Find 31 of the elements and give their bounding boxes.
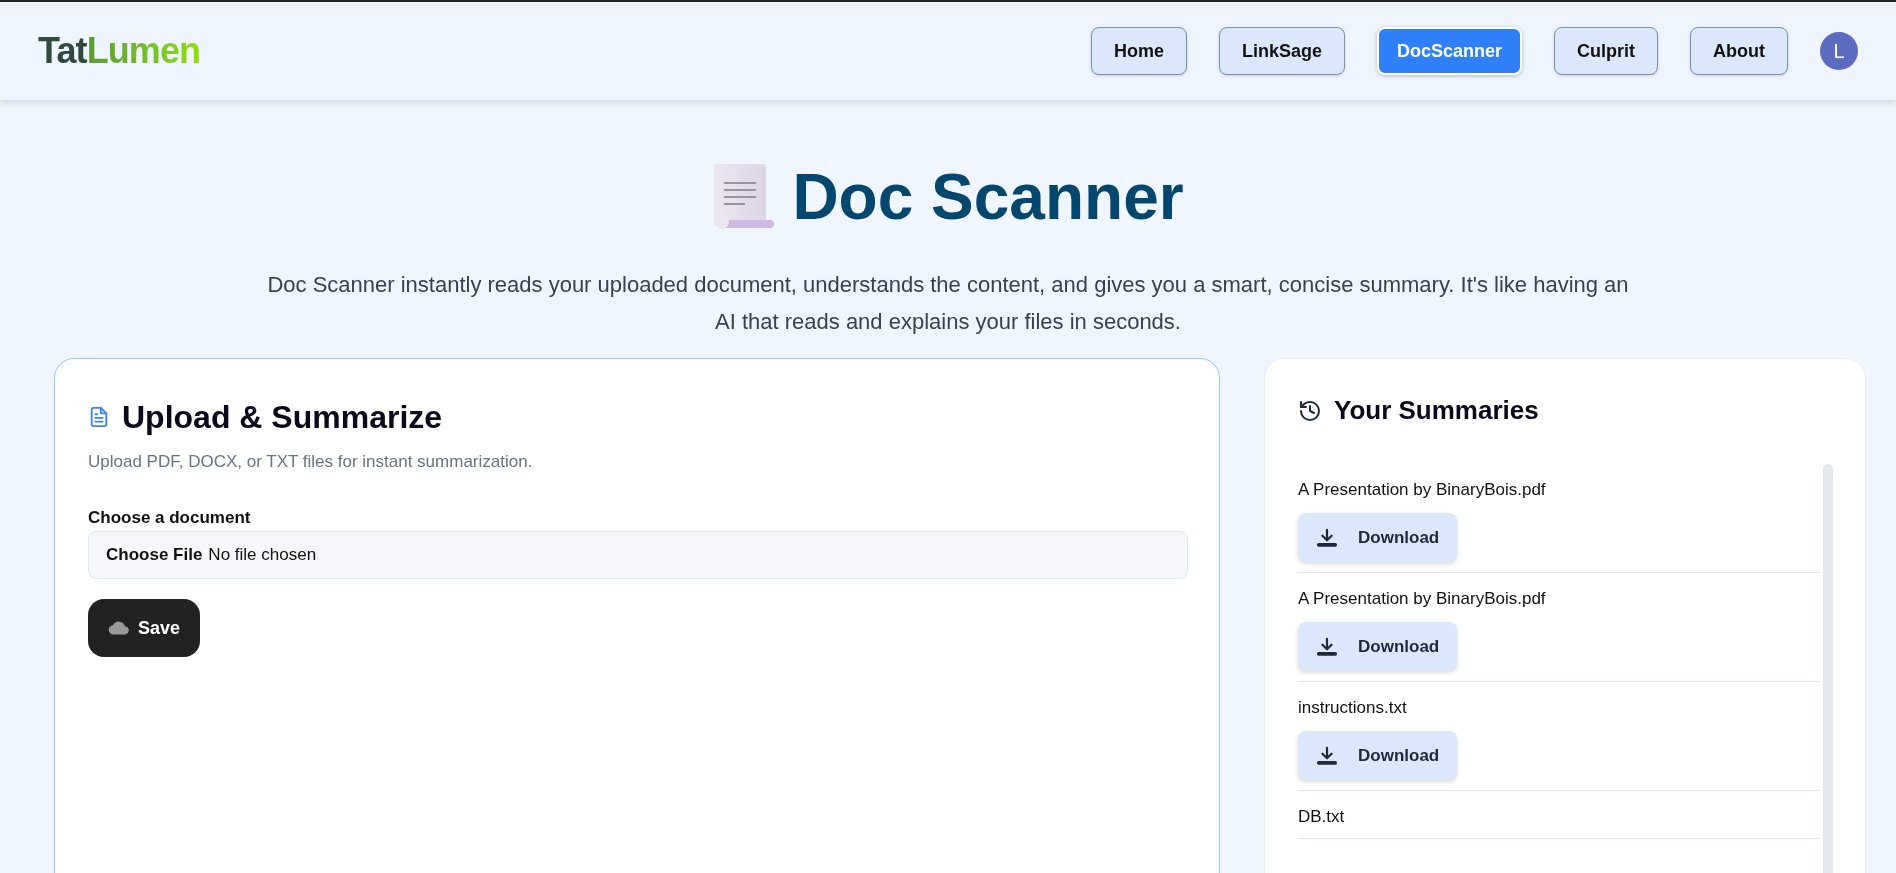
file-name: A Presentation by BinaryBois.pdf <box>1298 588 1547 610</box>
history-icon <box>1298 398 1322 423</box>
scrollbar[interactable] <box>1823 464 1833 873</box>
download-button[interactable]: Download <box>1298 731 1458 780</box>
card-subtitle: Upload PDF, DOCX, or TXT files for instant summarization. <box>88 451 534 473</box>
page-description: Doc Scanner instantly reads your uploaded document, understands the content, and gives you a smart, concise summary. It's like having an AI that reads and explains your files in seconds. <box>266 271 1630 336</box>
download-icon <box>1316 635 1338 658</box>
field-label: Choose a document <box>88 506 252 529</box>
download-button[interactable]: Download <box>1298 622 1458 671</box>
file-name: DB.txt <box>1298 806 1346 828</box>
document-icon <box>712 162 775 232</box>
file-input[interactable]: Choose File No file chosen <box>88 531 1188 579</box>
card-title: Upload & Summarize <box>122 398 443 437</box>
choose-file-button[interactable]: Choose File <box>106 542 203 568</box>
download-button[interactable]: Download <box>1298 513 1458 562</box>
file-status: No file chosen <box>208 544 317 567</box>
page-title: Doc Scanner <box>792 165 1184 229</box>
card-title: Your Summaries <box>1334 394 1539 427</box>
file-icon <box>88 404 110 430</box>
cloud-icon <box>108 620 130 636</box>
file-name: A Presentation by BinaryBois.pdf <box>1298 479 1547 501</box>
download-icon <box>1316 526 1338 549</box>
save-button[interactable]: Save <box>88 599 201 657</box>
download-icon <box>1316 744 1338 767</box>
nav-button[interactable]: DocScanner <box>1376 27 1522 75</box>
nav-button[interactable]: About <box>1690 27 1788 75</box>
avatar[interactable]: L <box>1820 32 1858 70</box>
nav-button[interactable]: Home <box>1090 27 1187 75</box>
file-name: instructions.txt <box>1298 697 1408 719</box>
nav-button[interactable]: LinkSage <box>1218 27 1345 75</box>
nav-button[interactable]: Culprit <box>1554 27 1658 75</box>
